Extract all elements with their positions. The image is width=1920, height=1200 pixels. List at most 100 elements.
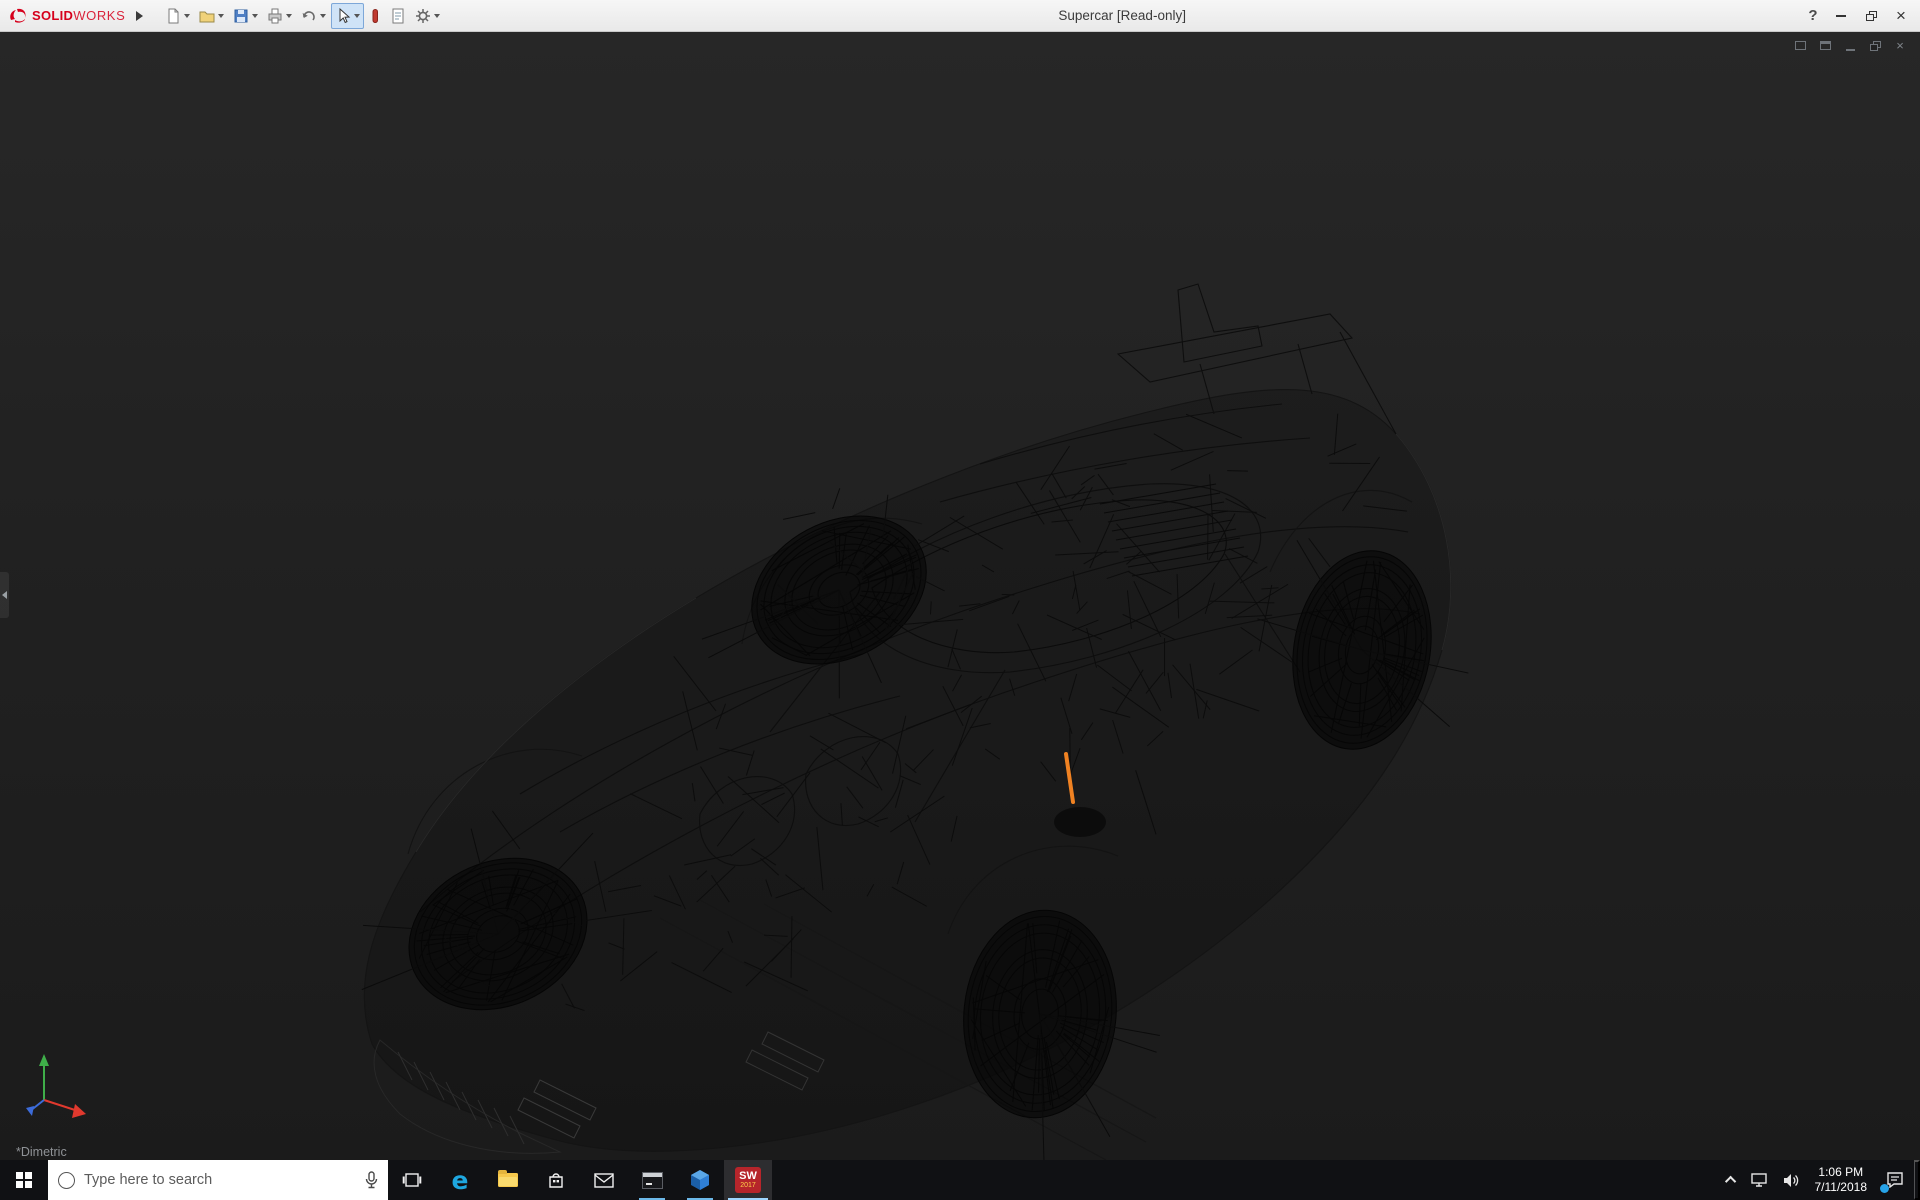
show-desktop-button[interactable] [1914,1160,1920,1200]
doc-window-button[interactable] [1792,38,1808,53]
dropdown-caret-icon [354,14,360,18]
car-wireframe [0,32,1920,1160]
gear-icon [414,7,432,25]
brand-solid: SOLID [32,8,73,23]
dropdown-caret-icon [218,14,224,18]
sw-label: SW [739,1171,757,1182]
open-document-button[interactable] [195,3,228,29]
taskbar-file-explorer-button[interactable] [484,1160,532,1200]
taskbar-solidworks-button[interactable]: SW 2017 [724,1160,772,1200]
window-icon [1820,41,1831,50]
system-tray: 1:06 PM 7/11/2018 [1721,1160,1920,1200]
solidworks-window: SOLIDWORKS [0,0,1920,1200]
dropdown-caret-icon [286,14,292,18]
restore-icon [1866,11,1877,21]
chevron-left-icon [2,591,7,599]
window-icon [1795,41,1806,50]
task-view-button[interactable] [388,1160,436,1200]
print-button[interactable] [263,3,296,29]
view-orientation-label: *Dimetric [16,1145,67,1159]
solidworks-logo: SOLIDWORKS [4,7,131,25]
taskbar-store-button[interactable] [532,1160,580,1200]
new-document-icon [164,7,182,25]
dropdown-caret-icon [252,14,258,18]
window-controls: ? × [1800,0,1916,31]
taskbar-terminal-button[interactable] [628,1160,676,1200]
terminal-window-icon [642,1172,663,1189]
notification-badge [1880,1184,1889,1193]
ds-logo-icon [8,7,28,25]
mail-envelope-icon [594,1173,614,1188]
graphics-area[interactable]: × *Dimetric [0,32,1920,1160]
network-tray-button[interactable] [1743,1160,1775,1200]
save-icon [232,7,250,25]
windows-taskbar: e SW 2017 [0,1160,1920,1200]
undo-icon [300,7,318,25]
quick-access-toolbar [161,3,444,29]
brand-works: WORKS [73,8,125,23]
open-folder-icon [198,7,216,25]
taskbar-3d-app-button[interactable] [676,1160,724,1200]
close-icon: × [1896,7,1906,24]
document-window-controls: × [1792,38,1908,53]
taskbar-clock[interactable]: 1:06 PM 7/11/2018 [1806,1160,1877,1200]
help-button[interactable]: ? [1800,0,1826,31]
taskbar-edge-button[interactable]: e [436,1160,484,1200]
clock-time: 1:06 PM [1818,1165,1863,1180]
print-icon [266,7,284,25]
search-input[interactable] [84,1172,356,1188]
file-explorer-icon [498,1173,518,1187]
shadow-blob [1054,807,1106,837]
close-icon: × [1896,39,1904,52]
action-center-button[interactable] [1876,1160,1914,1200]
action-center-icon [1886,1172,1904,1188]
select-tool-button[interactable] [331,3,364,29]
cortana-icon [58,1172,75,1189]
clock-date: 7/11/2018 [1815,1180,1868,1195]
options-button[interactable] [411,3,444,29]
volume-icon [1782,1173,1799,1188]
windows-logo-icon [16,1172,32,1188]
doc-close-button[interactable]: × [1892,38,1908,53]
doc-window-button[interactable] [1817,38,1833,53]
flyout-arrow-icon [136,11,143,21]
sw-year: 2017 [740,1182,756,1190]
start-button[interactable] [0,1160,48,1200]
select-cursor-icon [334,7,352,25]
dropdown-caret-icon [320,14,326,18]
solidworks-app-icon: SW 2017 [735,1167,761,1193]
titlebar: SOLIDWORKS [0,0,1920,32]
task-pane-collapse-tab[interactable] [0,572,9,618]
new-document-button[interactable] [161,3,194,29]
undo-button[interactable] [297,3,330,29]
edge-icon: e [452,1168,469,1193]
dropdown-caret-icon [434,14,440,18]
taskbar-mail-button[interactable] [580,1160,628,1200]
close-button[interactable]: × [1886,0,1916,31]
microphone-icon[interactable] [365,1171,378,1189]
cube-3d-icon [689,1169,711,1191]
appearance-button[interactable] [365,3,385,29]
file-properties-button[interactable] [386,3,410,29]
network-icon [1750,1173,1768,1188]
dropdown-caret-icon [184,14,190,18]
orientation-triad [12,1048,108,1132]
doc-restore-button[interactable] [1867,38,1883,53]
restore-icon [1870,41,1881,51]
taskbar-search[interactable] [48,1160,388,1200]
document-title: Supercar [Read-only] [444,8,1800,23]
brand-text: SOLIDWORKS [32,7,125,25]
minimize-icon [1846,49,1855,51]
hidden-icons-button[interactable] [1721,1160,1743,1200]
minimize-icon [1836,15,1846,17]
restore-button[interactable] [1856,0,1886,31]
appearance-pill-icon [368,7,382,25]
minimize-button[interactable] [1826,0,1856,31]
file-properties-icon [389,7,407,25]
save-button[interactable] [229,3,262,29]
menu-flyout-button[interactable] [131,5,147,27]
doc-minimize-button[interactable] [1842,38,1858,53]
store-bag-icon [547,1171,565,1189]
volume-tray-button[interactable] [1775,1160,1806,1200]
task-view-icon [402,1172,422,1188]
